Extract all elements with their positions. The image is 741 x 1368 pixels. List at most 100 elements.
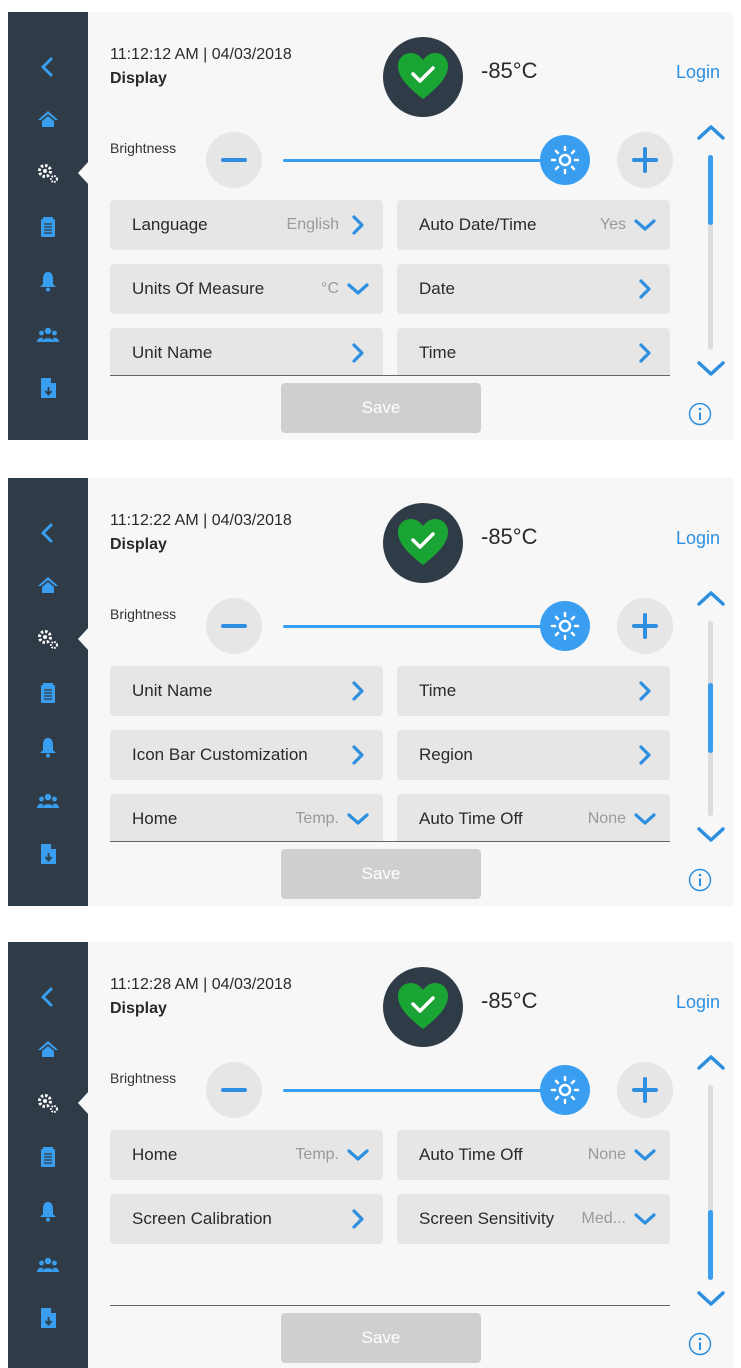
setting-label: Home [132, 1145, 178, 1164]
setting-icon-bar-customization[interactable]: Icon Bar Customization [110, 730, 383, 780]
brightness-slider-handle[interactable] [540, 601, 590, 651]
date-time: 11:12:28 AM | 04/03/2018 [110, 976, 292, 993]
brightness-decrease-button[interactable] [206, 1062, 262, 1118]
brightness-slider-handle[interactable] [540, 1065, 590, 1115]
info-icon[interactable] [688, 402, 712, 426]
chevron-down-icon [634, 214, 656, 236]
setting-time[interactable]: Time [397, 328, 670, 375]
sidebar-item-file-download[interactable] [8, 368, 88, 408]
sidebar-item-home[interactable] [8, 99, 88, 139]
sidebar-item-clipboard[interactable] [8, 1137, 88, 1177]
setting-value: Temp. [295, 810, 339, 827]
brightness-decrease-button[interactable] [206, 598, 262, 654]
brightness-increase-button[interactable] [617, 1062, 673, 1118]
sidebar-item-back[interactable] [8, 47, 88, 87]
save-button[interactable]: Save [281, 849, 481, 899]
brightness-slider-track[interactable] [283, 159, 563, 162]
scrollbar-track[interactable] [708, 621, 713, 816]
sidebar-item-users[interactable] [8, 315, 88, 355]
setting-units-of-measure[interactable]: Units Of Measure °C [110, 264, 383, 314]
info-icon[interactable] [688, 868, 712, 892]
sidebar-item-file-download[interactable] [8, 1298, 88, 1338]
sidebar [8, 478, 89, 906]
setting-label: Screen Sensitivity [419, 1209, 555, 1228]
sidebar-item-bell[interactable] [8, 1191, 88, 1231]
home-icon [36, 107, 60, 131]
brightness-increase-button[interactable] [617, 598, 673, 654]
clipboard-icon [36, 681, 60, 705]
sidebar-item-bell[interactable] [8, 261, 88, 301]
sidebar-item-bell[interactable] [8, 727, 88, 767]
setting-label: Screen Calibration [132, 1209, 272, 1228]
brightness-decrease-button[interactable] [206, 132, 262, 188]
setting-time[interactable]: Time [397, 666, 670, 716]
login-link[interactable]: Login [676, 992, 720, 1013]
brightness-slider-track[interactable] [283, 625, 563, 628]
settings-icon [36, 161, 60, 185]
sidebar-item-home[interactable] [8, 565, 88, 605]
chevron-right-icon [347, 744, 369, 766]
setting-region[interactable]: Region [397, 730, 670, 780]
save-button[interactable]: Save [281, 383, 481, 433]
scroll-up-button[interactable] [696, 1050, 726, 1074]
sidebar-item-home[interactable] [8, 1029, 88, 1069]
file-download-icon [36, 842, 60, 866]
minus-icon [221, 158, 247, 162]
scrollbar-track[interactable] [708, 155, 713, 350]
setting-screen-sensitivity[interactable]: Screen Sensitivity Med... [397, 1194, 670, 1244]
login-link[interactable]: Login [676, 528, 720, 549]
setting-home[interactable]: Home Temp. [110, 1130, 383, 1180]
settings-icon [36, 1091, 60, 1115]
brightness-slider-handle[interactable] [540, 135, 590, 185]
scrollbar-thumb[interactable] [708, 1210, 713, 1280]
scrollbar-thumb[interactable] [708, 155, 713, 225]
sidebar-item-file-download[interactable] [8, 834, 88, 874]
temperature-readout: -85°C [481, 988, 538, 1013]
plus-icon [632, 147, 658, 173]
setting-auto-time-off[interactable]: Auto Time Off None [397, 794, 670, 841]
login-link[interactable]: Login [676, 62, 720, 83]
sun-icon [550, 145, 580, 175]
clipboard-icon [36, 215, 60, 239]
sidebar-item-users[interactable] [8, 1245, 88, 1285]
scrollbar-track[interactable] [708, 1085, 713, 1280]
file-download-icon [36, 376, 60, 400]
sidebar-item-settings[interactable] [8, 619, 89, 659]
display-screen-1: 11:12:12 AM | 04/03/2018 Display -85°C Logi… [8, 12, 733, 440]
setting-auto-date-time[interactable]: Auto Date/Time Yes [397, 200, 670, 250]
sidebar-item-users[interactable] [8, 781, 88, 821]
scroll-down-button[interactable] [696, 357, 726, 381]
users-icon [36, 323, 60, 347]
setting-home[interactable]: Home Temp. [110, 794, 383, 841]
setting-value: Temp. [295, 1146, 339, 1163]
setting-language[interactable]: Language English [110, 200, 383, 250]
chevron-down-icon [634, 1208, 656, 1230]
setting-label: Unit Name [132, 343, 213, 362]
info-icon[interactable] [688, 1332, 712, 1356]
setting-value: Yes [599, 216, 626, 233]
scroll-down-button[interactable] [696, 823, 726, 847]
plus-icon [632, 613, 658, 639]
setting-screen-calibration[interactable]: Screen Calibration [110, 1194, 383, 1244]
scroll-up-button[interactable] [696, 586, 726, 610]
setting-unit-name[interactable]: Unit Name [110, 666, 383, 716]
save-button[interactable]: Save [281, 1313, 481, 1363]
sidebar-item-settings[interactable] [8, 1083, 89, 1123]
setting-unit-name[interactable]: Unit Name [110, 328, 383, 375]
chevron-right-icon [347, 214, 369, 236]
sidebar-item-back[interactable] [8, 977, 88, 1017]
setting-date[interactable]: Date [397, 264, 670, 314]
setting-auto-time-off[interactable]: Auto Time Off None [397, 1130, 670, 1180]
scrollbar-thumb[interactable] [708, 683, 713, 753]
scroll-down-button[interactable] [696, 1287, 726, 1311]
chevron-down-icon [347, 278, 369, 300]
sidebar-item-clipboard[interactable] [8, 673, 88, 713]
sidebar-item-back[interactable] [8, 513, 88, 553]
brightness-slider-track[interactable] [283, 1089, 563, 1092]
sidebar-item-clipboard[interactable] [8, 207, 88, 247]
brightness-increase-button[interactable] [617, 132, 673, 188]
scroll-up-button[interactable] [696, 120, 726, 144]
sidebar-item-settings[interactable] [8, 153, 89, 193]
display-screen-3: 11:12:28 AM | 04/03/2018 Display -85°C Logi… [8, 942, 733, 1368]
chevron-down-icon [347, 808, 369, 830]
